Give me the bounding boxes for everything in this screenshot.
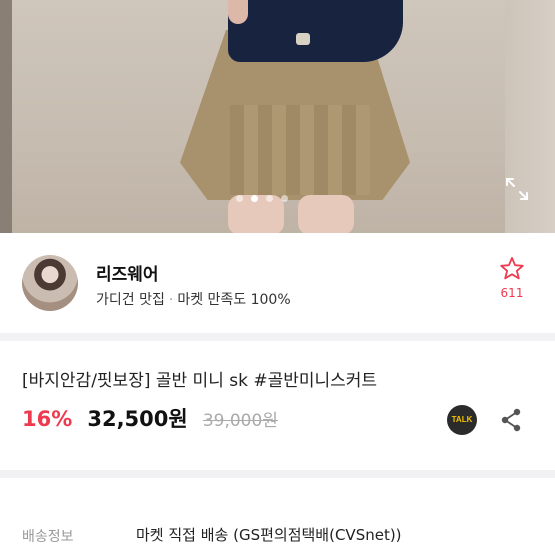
seller-satisfaction: 마켓 만족도 100%	[177, 292, 291, 308]
carousel-dot[interactable]	[236, 195, 243, 202]
price-row: 16% 32,500원 39,000원	[22, 403, 278, 433]
talk-icon[interactable]: TALK	[447, 405, 477, 435]
shipping-value: 마켓 직접 배송 (GS편의점택배(CVSnet))	[136, 526, 402, 544]
separator: ·	[168, 292, 174, 308]
talk-label: TALK	[451, 415, 473, 424]
photo-arm	[228, 0, 248, 24]
section-divider	[0, 333, 555, 341]
section-divider	[0, 470, 555, 478]
photo-skirt-pleats	[230, 105, 370, 195]
star-icon[interactable]	[499, 256, 525, 281]
discount-rate: 16%	[22, 407, 73, 431]
photo-cardigan	[228, 0, 403, 62]
product-title: [바지안감/핏보장] 골반 미니 sk #골반미니스커트	[22, 371, 378, 391]
photo-leg	[298, 195, 354, 233]
share-icon[interactable]	[500, 408, 522, 432]
carousel-dot[interactable]	[266, 195, 273, 202]
product-image[interactable]	[0, 0, 555, 233]
expand-icon[interactable]	[504, 176, 530, 202]
carousel-dot[interactable]	[281, 195, 288, 202]
photo-background	[0, 0, 12, 233]
seller-section[interactable]: 리즈웨어 가디건 맛집 · 마켓 만족도 100% 611	[0, 233, 555, 333]
favorite-count: 611	[500, 286, 524, 300]
carousel-indicator	[236, 195, 288, 202]
seller-info: 가디건 맛집 · 마켓 만족도 100%	[96, 289, 291, 309]
favorite-button[interactable]: 611	[494, 256, 530, 300]
seller-tagline: 가디건 맛집	[96, 292, 165, 308]
carousel-dot-active[interactable]	[251, 195, 258, 202]
seller-avatar[interactable]	[22, 255, 78, 311]
seller-name[interactable]: 리즈웨어	[96, 260, 159, 285]
shipping-label: 배송정보	[22, 529, 74, 545]
sale-price: 32,500원	[87, 407, 188, 431]
photo-skirt-button	[296, 33, 310, 45]
original-price: 39,000원	[202, 411, 278, 431]
